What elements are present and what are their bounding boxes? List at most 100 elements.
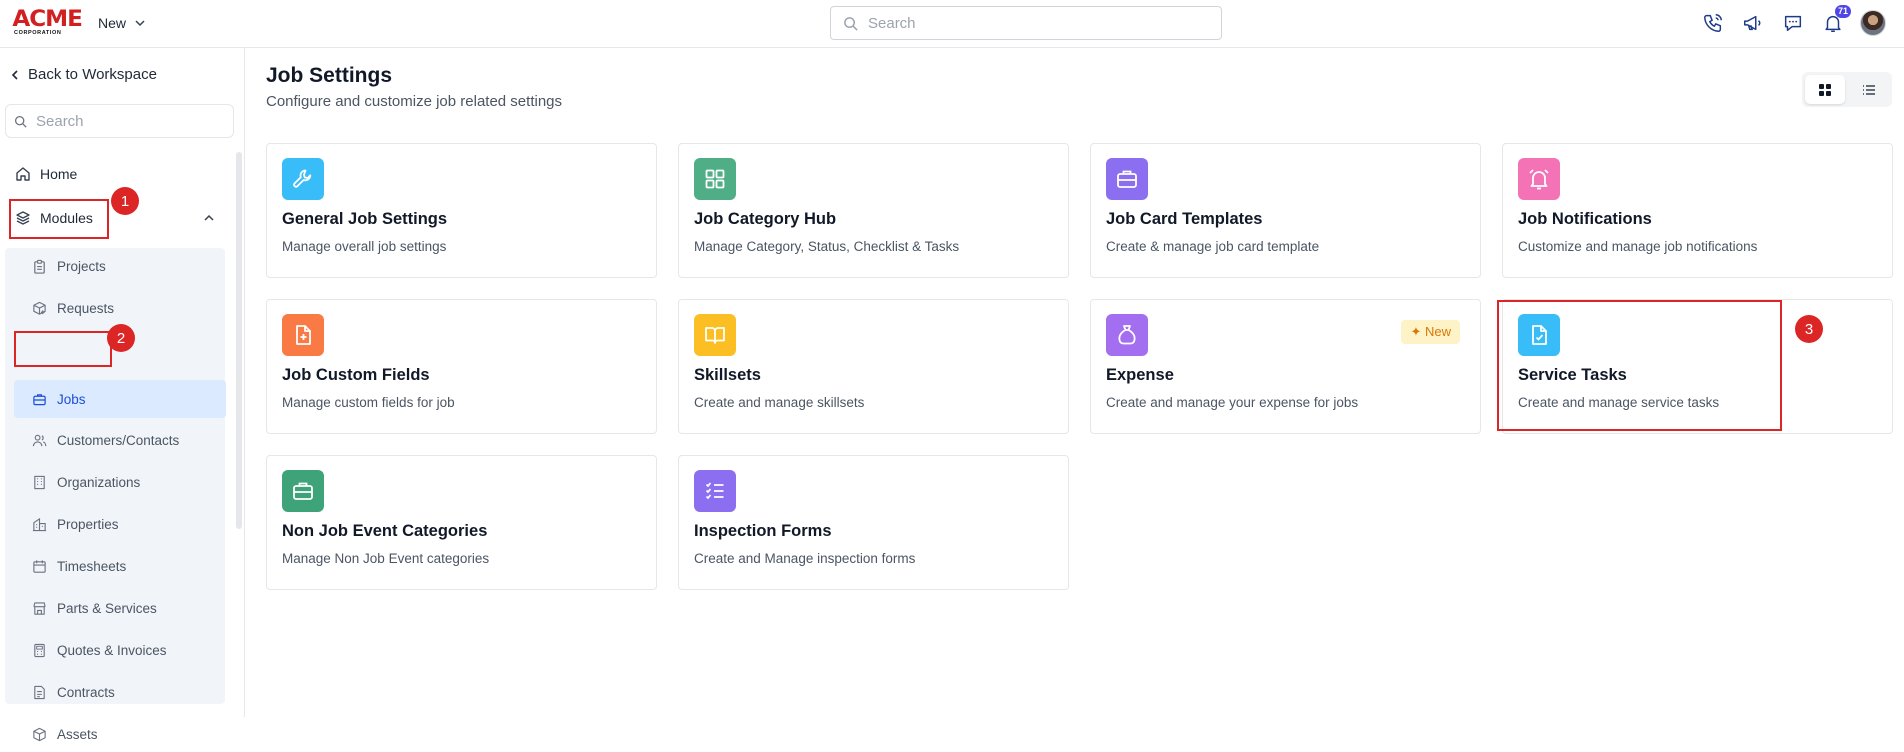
sidebar-item-assets[interactable]: Assets (14, 716, 226, 752)
top-icons: 71 (1700, 4, 1886, 36)
chevron-left-icon (11, 69, 18, 80)
sidebar-item-jobs[interactable]: Jobs (14, 380, 226, 418)
card-expense[interactable]: ✦ New Expense Create and manage your exp… (1090, 299, 1481, 434)
file-plus-icon (282, 314, 324, 356)
global-search[interactable] (830, 6, 1222, 40)
grid-view-button[interactable] (1805, 75, 1845, 104)
global-search-input[interactable] (868, 14, 1198, 32)
briefcase-icon (282, 470, 324, 512)
card-description: Manage overall job settings (282, 239, 447, 254)
search-icon (844, 16, 858, 31)
card-skillsets[interactable]: Skillsets Create and manage skillsets (678, 299, 1069, 434)
money-bag-icon (1106, 314, 1148, 356)
search-icon (14, 115, 27, 128)
sidebar-item-requests[interactable]: Requests (14, 290, 226, 326)
back-to-workspace-link[interactable]: Back to Workspace (10, 66, 157, 83)
card-description: Create and manage your expense for jobs (1106, 395, 1359, 410)
card-job-notifications[interactable]: Job Notifications Customize and manage j… (1502, 143, 1893, 278)
briefcase-icon (1106, 158, 1148, 200)
alarm-icon (1518, 158, 1560, 200)
sidebar-item-quotes-invoices[interactable]: Quotes & Invoices (14, 632, 226, 668)
sidebar-search-input[interactable] (36, 112, 226, 130)
card-job-card-templates[interactable]: Job Card Templates Create & manage job c… (1090, 143, 1481, 278)
calculator-icon (34, 643, 45, 657)
home-icon (16, 167, 30, 181)
box-plus-icon (33, 301, 46, 315)
annotation-number: 3 (1795, 315, 1823, 343)
card-title: Job Custom Fields (282, 366, 430, 384)
phone-icon[interactable] (1700, 11, 1725, 36)
sidebar-item-label: Projects (57, 258, 106, 274)
document-icon (34, 685, 45, 699)
acme-logo[interactable]: ACME CORPORATION (12, 9, 82, 37)
card-inspection-forms[interactable]: Inspection Forms Create and Manage inspe… (678, 455, 1069, 590)
card-description: Create & manage job card template (1106, 239, 1320, 254)
sidebar-scrollbar[interactable] (236, 152, 242, 529)
calendar-icon (33, 559, 46, 573)
card-description: Create and manage skillsets (694, 395, 865, 410)
annotation-number: 1 (111, 187, 139, 215)
top-bar: ACME CORPORATION New 71 (0, 0, 1904, 48)
sidebar-item-properties[interactable]: Properties (14, 506, 226, 542)
bell-icon[interactable]: 71 (1820, 4, 1851, 36)
card-title: Job Card Templates (1106, 210, 1263, 228)
avatar[interactable] (1860, 10, 1886, 36)
cube-icon (33, 727, 46, 741)
card-title: Expense (1106, 366, 1174, 384)
view-toggle (1802, 72, 1892, 107)
card-description: Customize and manage job notifications (1518, 239, 1758, 254)
grid-icon (1819, 83, 1831, 96)
new-dropdown[interactable]: New (98, 15, 146, 31)
clipboard-icon (34, 259, 45, 274)
card-description: Manage Category, Status, Checklist & Tas… (694, 239, 960, 254)
megaphone-icon[interactable] (1740, 11, 1765, 36)
sidebar-item-label: Jobs (57, 391, 86, 407)
sidebar-item-organizations[interactable]: Organizations (14, 464, 226, 500)
sidebar-item-timesheets[interactable]: Timesheets (14, 548, 226, 584)
sidebar-item-label: Customers/Contacts (57, 432, 180, 448)
sidebar-item-label: Assets (57, 726, 98, 742)
chat-icon[interactable] (1780, 11, 1805, 36)
building-icon (32, 517, 47, 531)
card-description: Create and Manage inspection forms (694, 551, 916, 566)
card-title: General Job Settings (282, 210, 448, 228)
sidebar-item-parts-services[interactable]: Parts & Services (14, 590, 226, 626)
back-to-workspace-label: Back to Workspace (28, 66, 157, 83)
sidebar-item-label: Organizations (57, 474, 141, 490)
sidebar-item-label: Parts & Services (57, 600, 157, 616)
sidebar-item-label: Properties (57, 516, 119, 532)
new-dropdown-label: New (98, 15, 127, 31)
card-title: Skillsets (694, 366, 761, 384)
building-icon (34, 475, 45, 489)
card-description: Manage custom fields for job (282, 395, 455, 410)
chevron-up-icon[interactable] (203, 212, 215, 224)
sidebar-item-projects[interactable]: Projects (14, 248, 226, 284)
list-view-button[interactable] (1849, 75, 1889, 104)
card-job-custom-fields[interactable]: Job Custom Fields Manage custom fields f… (266, 299, 657, 434)
sidebar-item-contracts[interactable]: Contracts (14, 674, 226, 710)
chevron-down-icon (135, 20, 145, 27)
new-badge-label: New (1424, 324, 1451, 339)
card-title: Job Category Hub (694, 210, 837, 228)
new-badge: ✦ New (1401, 320, 1460, 344)
checklist-icon (694, 470, 736, 512)
sidebar-item-home[interactable]: Home (15, 166, 77, 182)
book-icon (694, 314, 736, 356)
page-subtitle: Configure and customize job related sett… (266, 93, 563, 110)
card-non-job-event-categories[interactable]: Non Job Event Categories Manage Non Job … (266, 455, 657, 590)
wrench-icon (282, 158, 324, 200)
annotation-box-service-tasks (1497, 300, 1782, 431)
list-icon (1863, 84, 1875, 95)
sidebar-search[interactable] (5, 104, 234, 138)
grid-icon (694, 158, 736, 200)
card-job-category-hub[interactable]: Job Category Hub Manage Category, Status… (678, 143, 1069, 278)
briefcase-icon (33, 393, 46, 405)
notification-count-badge: 71 (1834, 4, 1851, 18)
store-icon (33, 601, 46, 615)
card-general-job-settings[interactable]: General Job Settings Manage overall job … (266, 143, 657, 278)
card-title: Inspection Forms (694, 522, 832, 540)
sidebar-item-customers-contacts[interactable]: Customers/Contacts (14, 422, 226, 458)
sidebar-item-label: Quotes & Invoices (57, 642, 167, 658)
sidebar-item-label: Timesheets (57, 558, 127, 574)
users-icon (32, 434, 47, 446)
